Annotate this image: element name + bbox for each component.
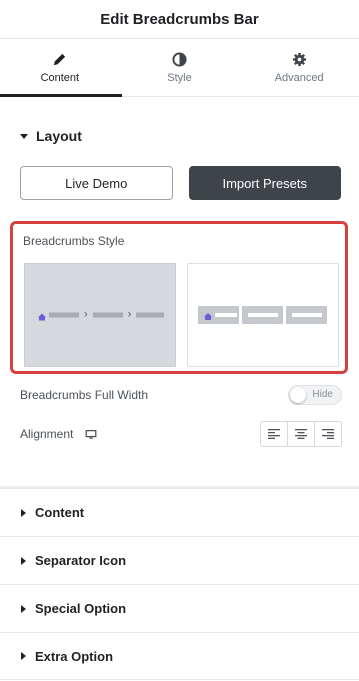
preview-bar (215, 313, 237, 317)
chevron-right-icon: › (127, 308, 132, 321)
caret-right-icon (21, 652, 26, 660)
style-option-1[interactable]: › › (24, 263, 176, 367)
caret-right-icon (21, 604, 26, 613)
panel-header: Edit Breadcrumbs Bar (0, 0, 359, 39)
home-icon (38, 313, 46, 320)
section-special-option-toggle[interactable]: Special Option (0, 584, 359, 632)
preview-bar (49, 312, 79, 318)
breadcrumbs-style-label: Breadcrumbs Style (23, 234, 125, 248)
tab-label: Style (167, 71, 192, 84)
align-left-button[interactable] (261, 422, 288, 446)
preview-bar (92, 312, 123, 318)
tab-style[interactable]: Style (120, 39, 240, 96)
home-icon (204, 313, 212, 320)
chevron-right-icon: › (84, 308, 88, 321)
align-left-icon (268, 429, 280, 439)
section-separator-icon-toggle[interactable]: Separator Icon (0, 536, 359, 584)
section-label: Special Option (35, 601, 127, 616)
desktop-icon[interactable] (85, 429, 97, 439)
section-label: Content (35, 505, 85, 520)
preview-pill (286, 306, 327, 324)
style-preview-line: › › (38, 308, 165, 321)
breadcrumbs-style-box: Breadcrumbs Style › › (10, 221, 348, 374)
section-label: Extra Option (35, 648, 114, 664)
align-center-button[interactable] (288, 422, 315, 446)
preview-bar (291, 313, 322, 317)
section-label: Separator Icon (35, 553, 127, 568)
tab-bar: Content Style Advanced (0, 39, 359, 97)
layout-section-toggle[interactable]: Layout (0, 97, 359, 175)
style-preview-line (198, 306, 327, 324)
contrast-icon (172, 51, 187, 67)
style-option-2[interactable] (187, 263, 339, 367)
caret-right-icon (21, 508, 26, 517)
preview-bar (247, 313, 278, 317)
align-right-icon (322, 429, 334, 439)
layout-buttons: Live Demo Import Presets (0, 166, 359, 200)
tab-label: Advanced (274, 71, 324, 84)
toggle-knob (290, 387, 306, 403)
tab-advanced[interactable]: Advanced (239, 39, 359, 96)
preview-bar (136, 312, 165, 318)
preview-pill (242, 306, 283, 324)
section-extra-option-toggle[interactable]: Extra Option (0, 632, 359, 680)
full-width-label: Breadcrumbs Full Width (20, 388, 149, 402)
align-right-button[interactable] (315, 422, 341, 446)
caret-down-icon (20, 133, 28, 139)
pencil-icon (54, 53, 66, 65)
full-width-toggle[interactable]: Hide (288, 385, 342, 405)
full-width-row: Breadcrumbs Full Width Hide (20, 384, 342, 406)
alignment-row: Alignment (20, 421, 342, 447)
import-presets-button[interactable]: Import Presets (188, 166, 341, 200)
layout-section-title: Layout (36, 128, 82, 144)
align-center-icon (295, 429, 307, 439)
tab-label: Content (40, 71, 80, 84)
panel-title: Edit Breadcrumbs Bar (100, 10, 259, 28)
alignment-control (260, 421, 342, 447)
section-content-toggle[interactable]: Content (0, 488, 359, 536)
preview-pill (198, 306, 239, 324)
gear-icon (292, 52, 306, 66)
live-demo-button[interactable]: Live Demo (20, 166, 173, 200)
alignment-label: Alignment (20, 427, 74, 441)
toggle-text: Hide (312, 389, 333, 400)
tab-content[interactable]: Content (0, 39, 120, 96)
caret-right-icon (21, 556, 26, 565)
